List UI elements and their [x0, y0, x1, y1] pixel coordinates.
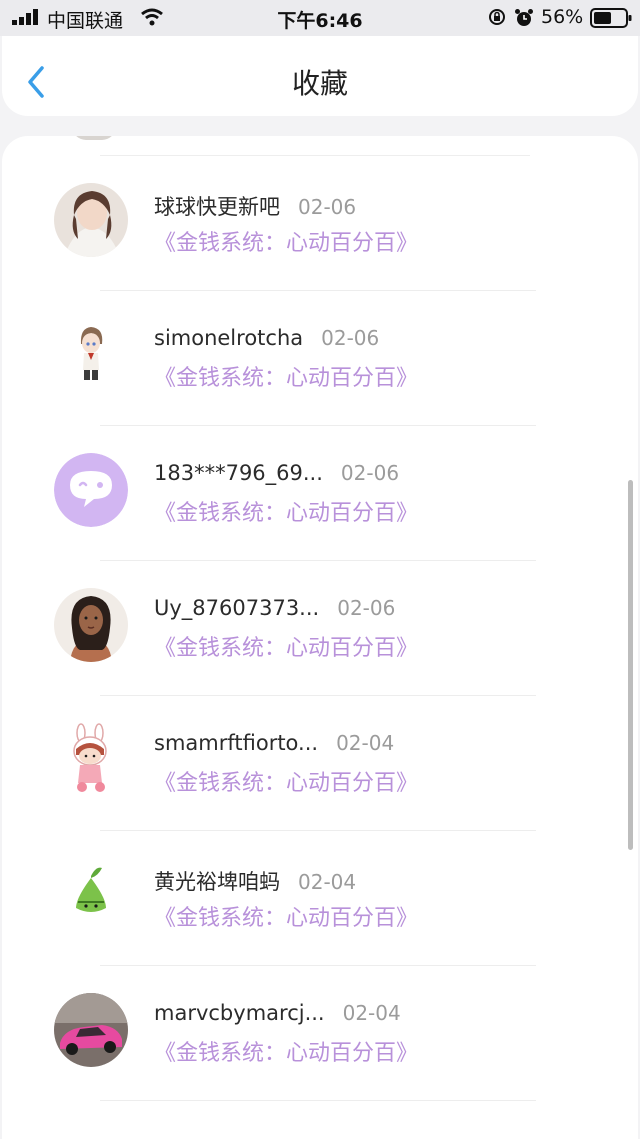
book-title-link[interactable]: 《金钱系统：心动百分百》 — [154, 1035, 418, 1067]
favorite-date: 02-06 — [340, 461, 400, 485]
bunny-girl-avatar[interactable] — [54, 723, 128, 797]
user-name: simonelrotcha — [154, 326, 304, 350]
favorite-row[interactable]: marvcbymarcj... 02-04 《金钱系统：心动百分百》 — [2, 966, 638, 1101]
book-title-link[interactable]: 《金钱系统：心动百分百》 — [154, 225, 418, 257]
favorite-date: 02-06 — [321, 326, 380, 350]
favorite-row[interactable]: smamrftfiorto... 02-04 《金钱系统：心动百分百》 — [2, 696, 638, 831]
favorite-date: 02-06 — [298, 195, 357, 219]
favorite-row[interactable]: 球球快更新吧 02-06 《金钱系统：心动百分百》 — [2, 156, 638, 291]
divider — [100, 1100, 536, 1101]
user-name: 黄光裕埤咱蚂 — [154, 870, 280, 894]
favorite-date: 02-04 — [342, 1001, 401, 1025]
scrollbar[interactable] — [628, 480, 633, 850]
book-title-link[interactable]: 《金钱系统：心动百分百》 — [154, 630, 418, 662]
woman-illustration-avatar[interactable] — [54, 588, 128, 662]
book-title-link[interactable]: 《金钱系统：心动百分百》 — [154, 495, 418, 527]
favorite-row[interactable]: 183***796_69... 02-06 《金钱系统：心动百分百》 — [2, 426, 638, 561]
user-name-line: marvcbymarcj... 02-04 — [154, 1001, 401, 1025]
favorite-date: 02-04 — [336, 731, 395, 755]
user-name-line: simonelrotcha 02-06 — [154, 326, 379, 350]
user-name-line: 球球快更新吧 02-06 — [154, 191, 356, 221]
favorite-row[interactable]: simonelrotcha 02-06 《金钱系统：心动百分百》 — [2, 291, 638, 426]
battery-percentage: 56% — [541, 6, 584, 28]
default-chat-avatar[interactable] — [54, 453, 128, 527]
partial-avatar — [72, 136, 116, 140]
favorite-date: 02-06 — [337, 596, 396, 620]
user-name: 球球快更新吧 — [154, 195, 280, 219]
favorites-list: 球球快更新吧 02-06 《金钱系统：心动百分百》 simonelrotcha 02… — [2, 136, 638, 1139]
user-name: marvcbymarcj... — [154, 1001, 325, 1025]
user-name-line: 183***796_69... 02-06 — [154, 461, 399, 485]
anime-boy-avatar[interactable] — [54, 318, 128, 392]
page-title: 收藏 — [291, 67, 348, 100]
girl-photo-avatar[interactable] — [54, 183, 128, 257]
nav-header: 收藏 — [2, 36, 638, 116]
favorite-row[interactable]: Uy_87607373... 02-06 《金钱系统：心动百分百》 — [2, 561, 638, 696]
book-title-link[interactable]: 《金钱系统：心动百分百》 — [154, 360, 418, 392]
orientation-lock-icon — [489, 9, 505, 25]
user-name-line: 黄光裕埤咱蚂 02-04 — [154, 866, 356, 896]
user-name-line: Uy_87607373... 02-06 — [154, 596, 395, 620]
book-title-link[interactable]: 《金钱系统：心动百分百》 — [154, 900, 418, 932]
favorite-row[interactable]: 黄光裕埤咱蚂 02-04 《金钱系统：心动百分百》 — [2, 831, 638, 966]
pink-car-avatar[interactable] — [54, 993, 128, 1067]
alarm-icon — [515, 9, 533, 26]
user-name: smamrftfiorto... — [154, 731, 319, 755]
book-title-link[interactable]: 《金钱系统：心动百分百》 — [154, 765, 418, 797]
user-name: Uy_87607373... — [154, 596, 320, 620]
battery-icon — [590, 8, 632, 28]
zongzi-avatar[interactable] — [54, 858, 128, 932]
user-name-line: smamrftfiorto... 02-04 — [154, 731, 394, 755]
favorite-date: 02-04 — [298, 870, 357, 894]
user-name: 183***796_69... — [154, 461, 323, 485]
status-bar: 中国联通 下午6:46 56% — [0, 0, 640, 36]
